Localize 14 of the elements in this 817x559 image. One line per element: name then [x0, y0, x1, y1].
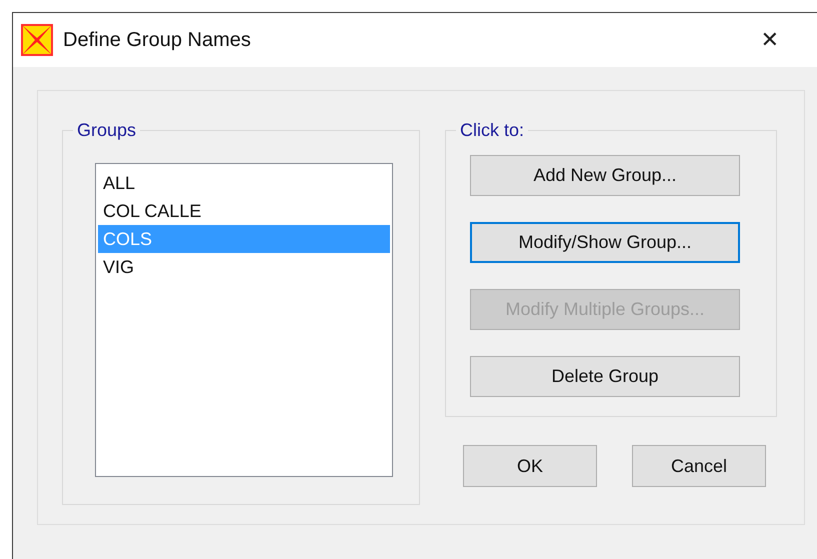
list-item[interactable]: VIG — [98, 253, 390, 281]
action-button[interactable]: Add New Group... — [470, 155, 740, 196]
list-item[interactable]: ALL — [98, 169, 390, 197]
app-logo-icon — [21, 24, 53, 56]
close-button[interactable]: ✕ — [754, 28, 785, 52]
click-to-legend: Click to: — [456, 120, 528, 141]
groups-legend: Groups — [73, 120, 140, 141]
action-button[interactable]: Delete Group — [470, 356, 740, 397]
window-title: Define Group Names — [63, 28, 251, 52]
cancel-button[interactable]: Cancel — [632, 445, 766, 487]
action-button[interactable]: Modify/Show Group... — [470, 222, 740, 263]
groups-list[interactable]: ALL COL CALLE COLS VIG — [95, 163, 393, 477]
ok-button[interactable]: OK — [463, 445, 597, 487]
list-item[interactable]: COL CALLE — [98, 197, 390, 225]
